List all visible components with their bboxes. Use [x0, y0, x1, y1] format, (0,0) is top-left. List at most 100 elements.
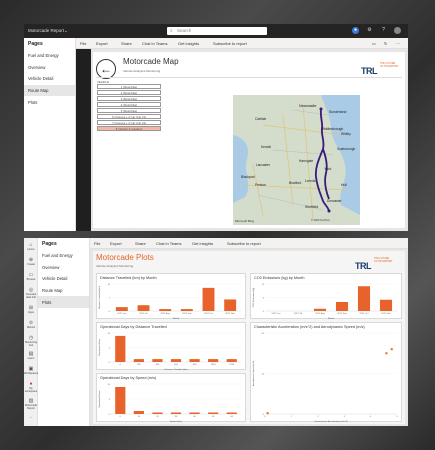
trl-logo: TRL THE FUTURE OF TRANSPORT	[355, 257, 393, 271]
chat-in-teams-button[interactable]: Chat in Teams	[142, 41, 168, 46]
nav-home[interactable]: ⌂ Home	[24, 242, 38, 251]
share-button[interactable]: Share	[121, 41, 132, 46]
back-button[interactable]: ←	[96, 59, 116, 79]
vehicle-option[interactable]: 7 (Camera + 2 Car Unit V2)	[97, 120, 161, 125]
report-page: ← Motorcade Map Vehicle Analytics Monito…	[93, 52, 405, 228]
page-item-plots[interactable]: Plots	[38, 296, 89, 308]
nav-apps[interactable]: ⊞ Apps	[24, 305, 38, 314]
top-bar: Motorcade Report ⌄ ⌕ Search ● ⚙ ?	[24, 24, 408, 38]
y-tick-label: 10	[262, 373, 265, 375]
more-icon[interactable]: ⋯	[24, 416, 38, 419]
refresh-icon[interactable]: ↻	[384, 41, 387, 46]
page-title: Motorcade Map	[123, 57, 179, 66]
page-item-fuel[interactable]: Fuel and Energy	[38, 250, 89, 262]
chart-days-distance: Operational Days Distance Travelled (km) 0…	[98, 333, 241, 371]
nav-workspaces[interactable]: ▣ Workspaces	[24, 366, 38, 375]
x-tick-label: 1200	[229, 364, 235, 366]
file-menu[interactable]: File	[94, 241, 100, 246]
settings-icon[interactable]: ⚙	[366, 27, 373, 34]
page-item-overview[interactable]: Overview	[24, 62, 75, 74]
bar	[357, 286, 371, 311]
bar	[202, 287, 215, 311]
scatter-point	[266, 412, 269, 415]
y-tick-label: 12	[262, 284, 265, 286]
help-icon[interactable]: ?	[380, 27, 387, 34]
chart-co2: CO2 Emissions (kg) Month 0 6 12 2021 Jun 2021 …	[253, 284, 397, 320]
x-tick-label: 20	[156, 416, 159, 418]
chart-card-distance[interactable]: Distance Travelled (km) by Month Distance…	[96, 273, 246, 320]
y-tick-label: 0	[109, 414, 111, 416]
bar	[170, 412, 182, 414]
chart-title: Operational Days by Distance Travelled	[100, 325, 167, 329]
bar	[133, 411, 144, 414]
collapsed-filter-pane[interactable]	[76, 49, 91, 231]
map-graphic	[233, 95, 360, 225]
x-tick-label: 1	[291, 416, 293, 418]
x-tick-label: 1000	[211, 364, 217, 366]
page-item-vehicle-detail[interactable]: Vehicle Detail	[24, 73, 75, 85]
scatter-point	[385, 352, 388, 355]
page-item-vehicle-detail[interactable]: Vehicle Detail	[38, 273, 89, 285]
export-menu[interactable]: Export	[110, 241, 122, 246]
bar	[226, 412, 237, 414]
nav-my-workspace[interactable]: ● My workspace	[24, 381, 38, 393]
pages-pane: Pages Fuel and Energy Overview Vehicle D…	[38, 238, 90, 426]
chat-in-teams-button[interactable]: Chat in Teams	[156, 241, 182, 246]
route-map[interactable]: Newcastle Sunderland Middlesbrough Whitb…	[233, 95, 360, 225]
nav-motorcade-report[interactable]: ▥ Motorcade Report	[24, 398, 38, 410]
nav-create[interactable]: ⊕ Create	[24, 257, 38, 266]
vehicle-option-selected[interactable]: 8 (Vehicle & Gas/Ext)	[97, 126, 161, 131]
page-item-plots[interactable]: Plots	[24, 96, 75, 108]
page-item-route-map[interactable]: Route Map	[38, 285, 89, 297]
nav-learn[interactable]: ▤ Learn	[24, 351, 38, 360]
chart-title: Distance Travelled (km) by Month	[100, 276, 157, 280]
view-icon[interactable]: ▭	[372, 41, 376, 46]
route-map-screenshot: Motorcade Report ⌄ ⌕ Search ● ⚙ ? Pages F…	[24, 24, 408, 231]
chart-card-acceleration[interactable]: Characteristic Acceleration (m/s^2) and …	[250, 322, 402, 423]
nav-onelake[interactable]: ◎ OneLake data hub	[24, 287, 38, 299]
page-item-route-map[interactable]: Route Map	[24, 84, 75, 97]
get-insights-button[interactable]: Get insights	[192, 241, 213, 246]
nav-metrics[interactable]: ♔ Metrics	[24, 320, 38, 329]
more-icon[interactable]: ⋯	[396, 41, 400, 46]
x-tick-label: 2021 Jul	[294, 313, 303, 315]
subscribe-button[interactable]: Subscribe to report	[227, 241, 261, 246]
file-menu[interactable]: File	[80, 41, 86, 46]
bar	[335, 302, 349, 311]
share-button[interactable]: Share	[135, 241, 146, 246]
pages-title: Pages	[42, 241, 57, 247]
chart-card-days-distance[interactable]: Operational Days by Distance Travelled Op…	[96, 322, 246, 371]
app-title[interactable]: Motorcade Report	[28, 28, 64, 33]
vehicle-option[interactable]: 6 (Camera + 2 Car Unit V1)	[97, 114, 161, 119]
page-title: Motorcade Plots	[96, 253, 154, 262]
nav-browse[interactable]: ▭ Browse	[24, 272, 38, 281]
vehicle-option[interactable]: 2 (Motorbike)	[97, 90, 161, 95]
page-item-fuel[interactable]: Fuel and Energy	[24, 50, 75, 62]
report-page: Motorcade Plots Vehicle Analytics Monito…	[93, 251, 405, 424]
export-menu[interactable]: Export	[96, 41, 108, 46]
bar	[379, 299, 393, 311]
chevron-down-icon[interactable]: ⌄	[64, 28, 68, 34]
y-tick-label: 0	[109, 362, 111, 364]
vehicle-option[interactable]: 3 (Motorbike)	[97, 96, 161, 101]
subscribe-button[interactable]: Subscribe to report	[213, 41, 247, 46]
pages-pane: Pages Fuel and Energy Overview Vehicle D…	[24, 38, 76, 231]
notifications-icon[interactable]: ●	[352, 27, 359, 34]
command-bar: File Export Share Chat in Teams Get insi…	[76, 38, 408, 49]
y-axis-label: Operational Days	[98, 390, 101, 408]
x-tick-label: 3	[344, 416, 346, 418]
nav-monitoring[interactable]: ◷ Monitoring hub	[24, 335, 38, 347]
page-item-overview[interactable]: Overview	[38, 262, 89, 274]
vehicle-option[interactable]: 4 (Motorbike)	[97, 102, 161, 107]
get-insights-button[interactable]: Get insights	[178, 41, 199, 46]
bing-attribution: Microsoft Bing	[235, 219, 255, 223]
x-tick-label: 2	[317, 416, 319, 418]
search-input[interactable]: ⌕ Search	[167, 27, 267, 35]
avatar[interactable]	[394, 27, 401, 34]
chart-card-days-speed[interactable]: Operational Days by Speed (m/s) Operation…	[96, 373, 246, 423]
chart-card-co2[interactable]: CO2 Emissions (kg) by Month CO2 Emissions…	[250, 273, 402, 320]
x-tick-label: 2021 Jun	[271, 313, 281, 315]
vehicle-option[interactable]: 5 (Motorbike)	[97, 108, 161, 113]
vehicle-option[interactable]: 1 (Motorbike)	[97, 84, 161, 89]
x-axis-label: Distance Travelled (km)	[165, 368, 188, 371]
